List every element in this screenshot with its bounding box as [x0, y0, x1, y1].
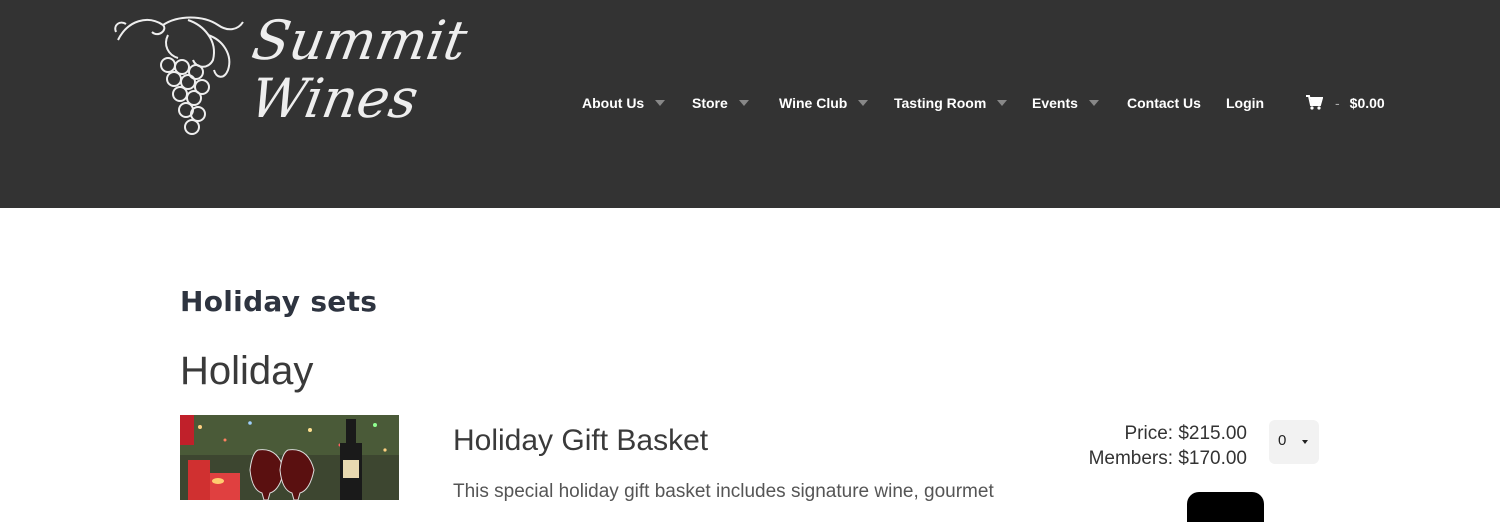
- nav-item-events[interactable]: Events: [1032, 92, 1099, 114]
- cart-total: $0.00: [1349, 95, 1385, 111]
- nav-item-label: Wine Club: [779, 95, 848, 111]
- site-header: Summit Wines About Us Store Wine Club Ta…: [0, 0, 1500, 208]
- chevron-down-icon: [655, 100, 666, 106]
- nav-item-about-us[interactable]: About Us: [582, 92, 666, 114]
- nav-item-store[interactable]: Store: [692, 92, 749, 114]
- chevron-down-icon: [1088, 100, 1099, 106]
- quantity-value: 0: [1278, 432, 1287, 449]
- members-price-label: Members: $170.00: [1088, 448, 1247, 469]
- page-title: Holiday sets: [180, 285, 378, 318]
- wine-glasses-image: [180, 415, 399, 500]
- nav-item-wine-club[interactable]: Wine Club: [779, 92, 869, 114]
- chevron-down-icon: [858, 100, 869, 106]
- logo[interactable]: Summit Wines: [108, 9, 472, 140]
- price-label: Price: $215.00: [1124, 423, 1247, 444]
- add-to-cart-button[interactable]: [1187, 492, 1264, 522]
- shopping-cart-icon: [1306, 94, 1324, 116]
- product-image[interactable]: [180, 415, 399, 500]
- cart-link[interactable]: - $0.00: [1306, 92, 1385, 114]
- nav-item-contact-us[interactable]: Contact Us: [1127, 92, 1201, 114]
- chevron-down-icon: [1302, 440, 1308, 444]
- nav-item-label: About Us: [582, 95, 645, 111]
- quantity-select[interactable]: 0: [1269, 420, 1319, 464]
- logo-text-line2: Wines: [245, 67, 423, 130]
- nav-item-login[interactable]: Login: [1226, 92, 1264, 114]
- chevron-down-icon: [738, 100, 749, 106]
- nav-item-label: Contact Us: [1127, 95, 1201, 111]
- nav-item-label: Login: [1226, 95, 1265, 111]
- category-title: Holiday: [180, 349, 314, 393]
- nav-item-tasting-room[interactable]: Tasting Room: [894, 92, 1008, 114]
- logo-text-line1: Summit: [247, 9, 472, 72]
- nav-item-label: Tasting Room: [894, 95, 987, 111]
- product-name[interactable]: Holiday Gift Basket: [453, 424, 708, 458]
- price-block: Price: $215.00 Members: $170.00: [1040, 421, 1247, 471]
- nav-item-label: Store: [692, 95, 728, 111]
- cart-separator: -: [1335, 95, 1340, 111]
- grape-vine-icon: [114, 16, 244, 135]
- chevron-down-icon: [997, 100, 1008, 106]
- nav-item-label: Events: [1032, 95, 1078, 111]
